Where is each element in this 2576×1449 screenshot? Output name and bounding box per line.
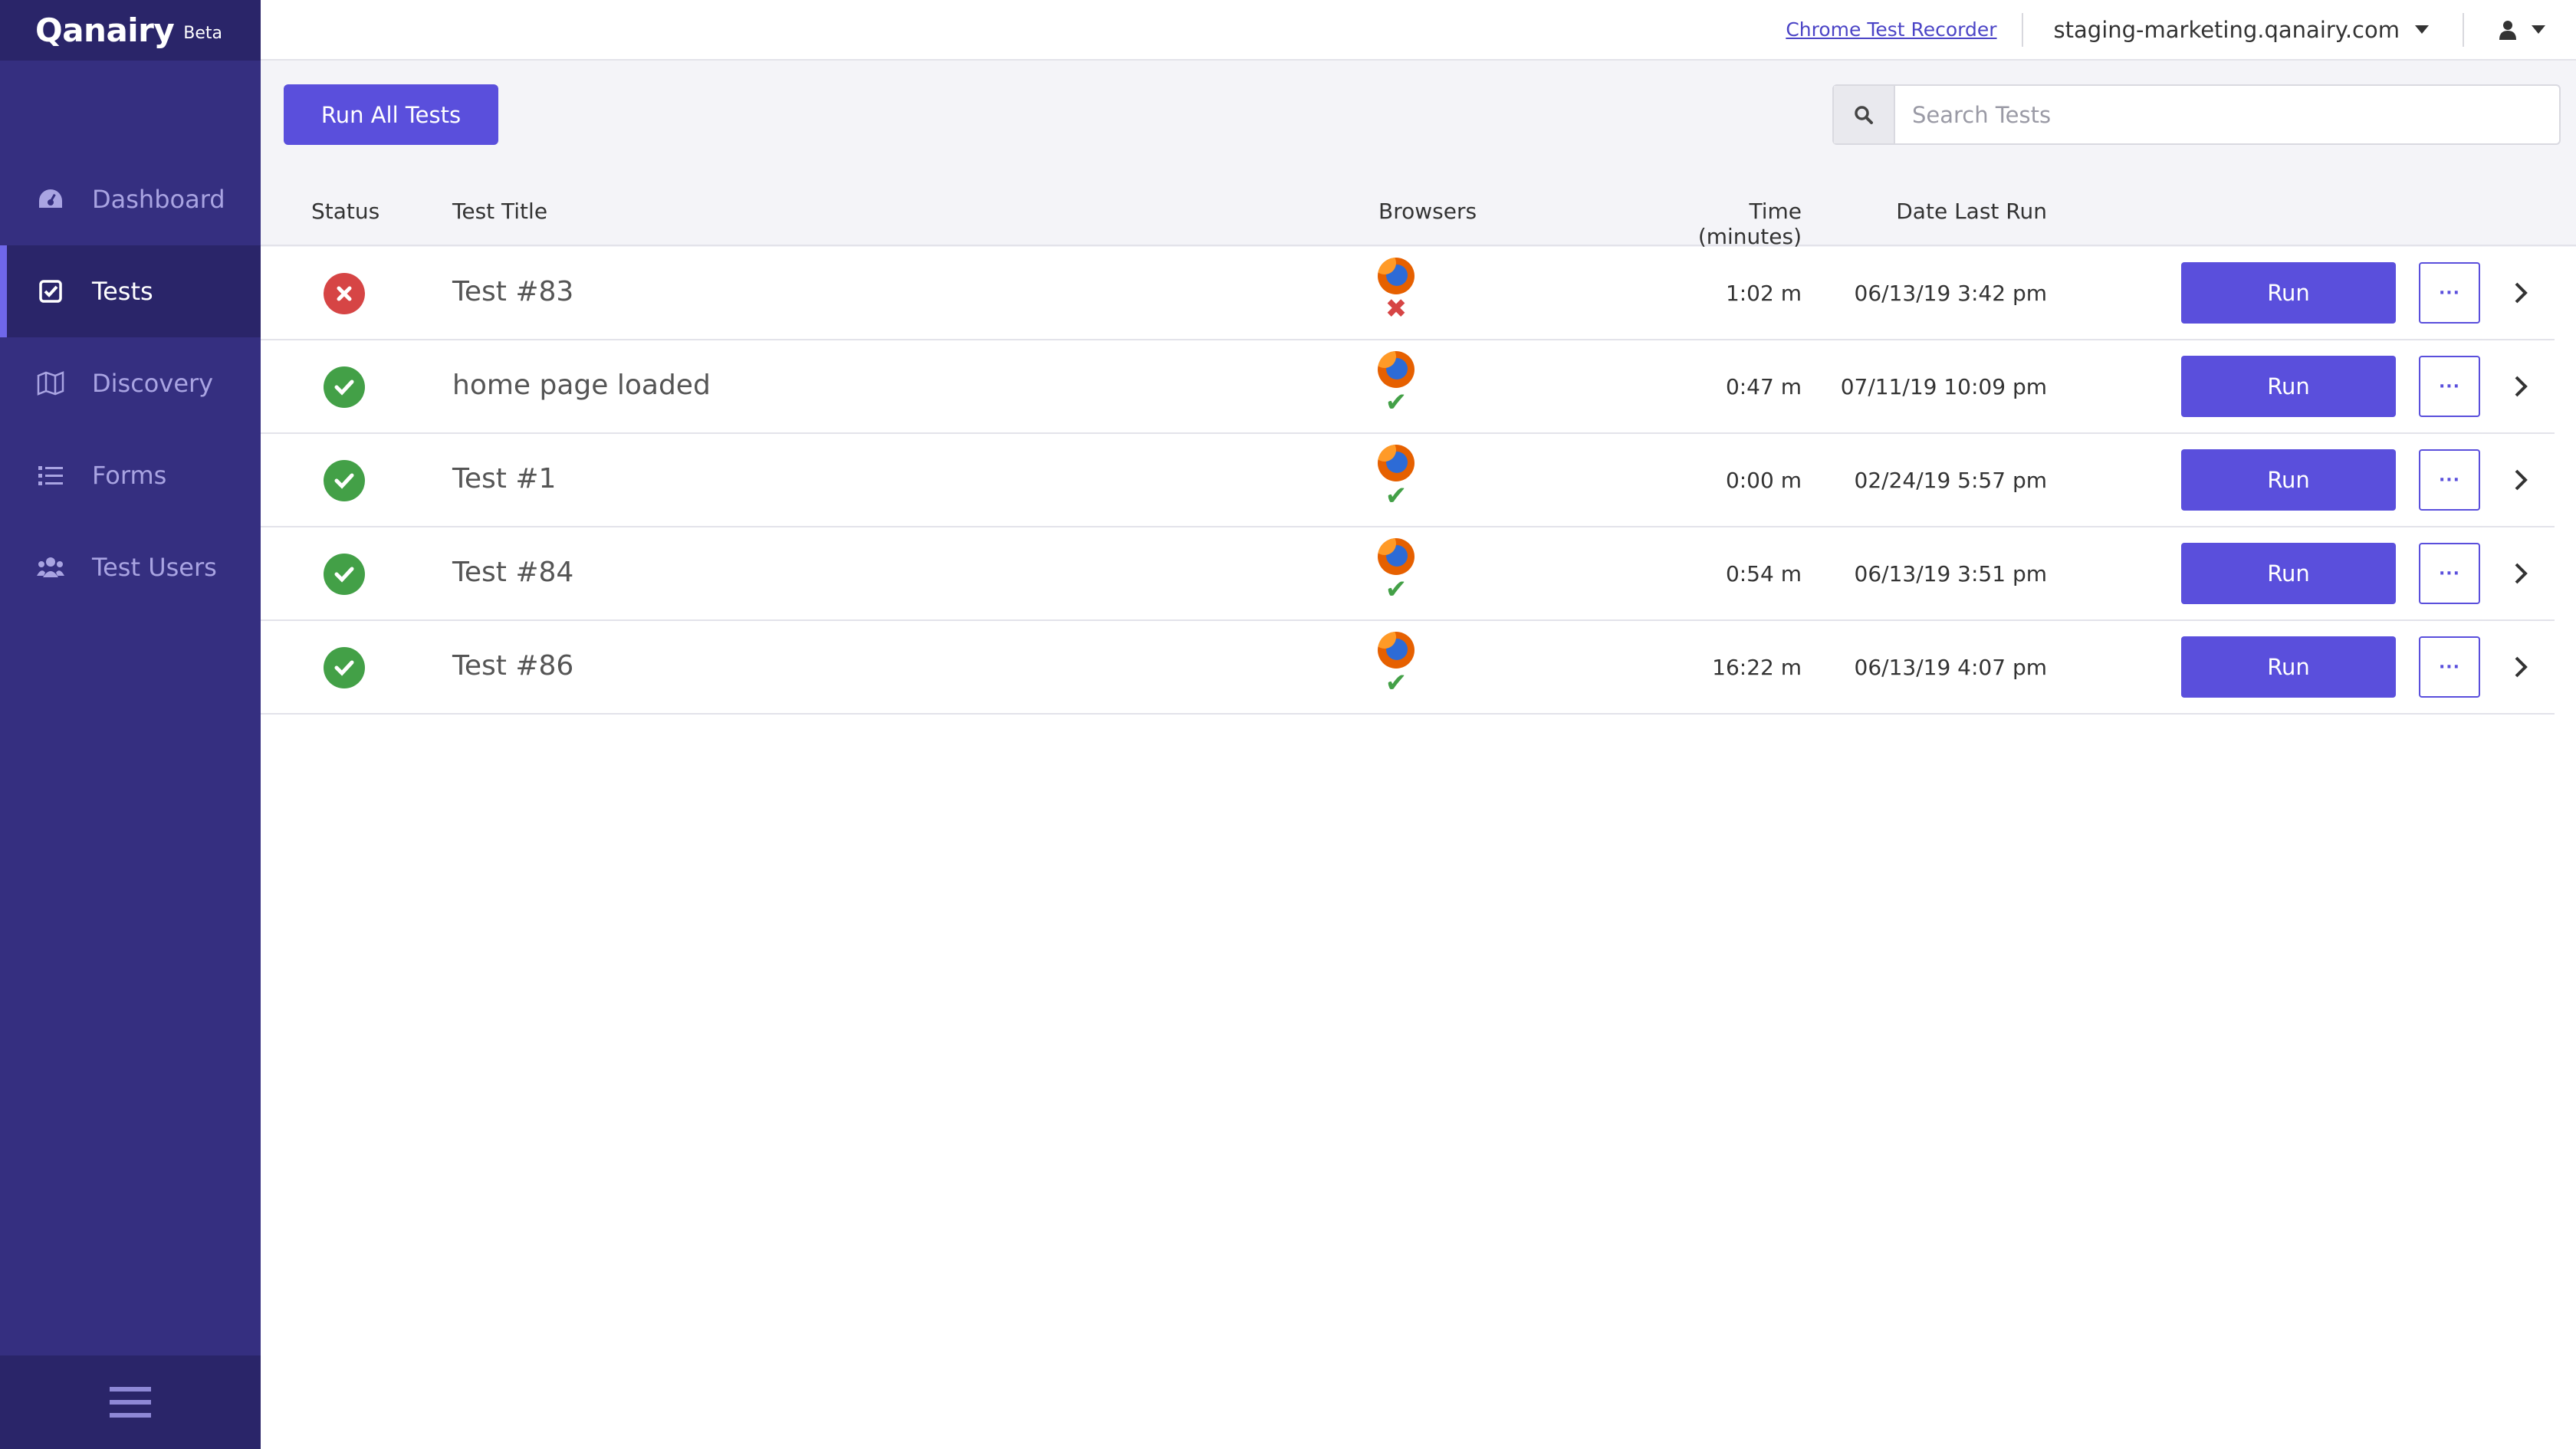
chevron-right-icon[interactable]: [2507, 560, 2535, 587]
sidebar-item-test-users[interactable]: Test Users: [0, 521, 261, 613]
run-test-button[interactable]: Run: [2181, 543, 2396, 604]
sidebar-item-label: Forms: [92, 461, 167, 490]
header-test-title: Test Title: [452, 199, 548, 224]
test-date: 02/24/19 5:57 pm: [1854, 468, 2047, 493]
sidebar-item-tests[interactable]: Tests: [0, 245, 261, 337]
test-time: 0:00 m: [1725, 468, 1802, 493]
table-row[interactable]: Test #84 ✔ 0:54 m 06/13/19 3:51 pm Run ·…: [261, 527, 2555, 621]
chevron-right-icon[interactable]: [2507, 653, 2535, 681]
table-row[interactable]: home page loaded ✔ 0:47 m 07/11/19 10:09…: [261, 340, 2555, 434]
browser-cell: ✔: [1377, 538, 1415, 603]
tests-table: Test #83 ✖ 1:02 m 06/13/19 3:42 pm Run ·…: [261, 247, 2555, 715]
more-options-button[interactable]: ···: [2419, 449, 2480, 511]
search-icon: [1855, 105, 1873, 124]
toolbar: Run All Tests Status Test Title Browsers…: [261, 61, 2576, 249]
firefox-icon: [1378, 538, 1414, 575]
firefox-icon: [1378, 351, 1414, 388]
more-options-button[interactable]: ···: [2419, 356, 2480, 417]
dashboard-icon: [37, 186, 64, 213]
table-row[interactable]: Test #83 ✖ 1:02 m 06/13/19 3:42 pm Run ·…: [261, 247, 2555, 340]
search-button[interactable]: [1834, 86, 1895, 143]
run-test-button[interactable]: Run: [2181, 356, 2396, 417]
hamburger-menu-icon: [110, 1387, 151, 1418]
table-header: Status Test Title Browsers Time (minutes…: [261, 183, 2576, 249]
chevron-right-icon[interactable]: [2507, 279, 2535, 307]
checkbox-icon: [37, 278, 64, 305]
browser-pass-icon: ✔: [1385, 387, 1408, 418]
browser-cell: ✔: [1377, 351, 1415, 416]
chevron-right-icon[interactable]: [2507, 466, 2535, 494]
header-status: Status: [311, 199, 380, 224]
browser-cell: ✔: [1377, 632, 1415, 696]
sidebar-nav: Dashboard Tests Discovery Forms Test Use…: [0, 153, 261, 613]
firefox-icon: [1378, 258, 1414, 294]
main-content: Run All Tests Status Test Title Browsers…: [261, 61, 2576, 1449]
chevron-right-icon[interactable]: [2507, 373, 2535, 400]
search-input[interactable]: [1895, 86, 2559, 143]
test-title[interactable]: Test #1: [452, 463, 556, 495]
test-date: 06/13/19 3:51 pm: [1854, 561, 2047, 586]
beta-badge: Beta: [183, 24, 223, 43]
firefox-icon: [1378, 445, 1414, 481]
brand[interactable]: Qanairy Beta: [0, 0, 261, 61]
run-test-button[interactable]: Run: [2181, 449, 2396, 511]
status-pass-icon: [324, 647, 365, 688]
caret-down-icon: [2532, 25, 2545, 34]
test-date: 06/13/19 4:07 pm: [1854, 655, 2047, 680]
test-time: 16:22 m: [1712, 655, 1802, 680]
browser-cell: ✔: [1377, 445, 1415, 509]
test-date: 07/11/19 10:09 pm: [1840, 374, 2047, 399]
test-title[interactable]: Test #83: [452, 276, 573, 307]
run-test-button[interactable]: Run: [2181, 262, 2396, 324]
environment-dropdown[interactable]: staging-marketing.qanairy.com: [2023, 17, 2463, 43]
test-time: 0:54 m: [1725, 561, 1802, 586]
browser-pass-icon: ✔: [1385, 668, 1408, 698]
status-pass-icon: [324, 460, 365, 501]
sidebar-item-label: Discovery: [92, 369, 214, 398]
firefox-icon: [1378, 632, 1414, 669]
table-row[interactable]: Test #86 ✔ 16:22 m 06/13/19 4:07 pm Run …: [261, 621, 2555, 715]
test-title[interactable]: Test #84: [452, 557, 573, 588]
brand-logo: Qanairy: [35, 12, 175, 49]
status-pass-icon: [324, 366, 365, 408]
test-date: 06/13/19 3:42 pm: [1854, 281, 2047, 306]
caret-down-icon: [2415, 25, 2429, 34]
header-time: Time (minutes): [1697, 199, 1802, 249]
chrome-test-recorder-link[interactable]: Chrome Test Recorder: [1786, 18, 1996, 41]
status-pass-icon: [324, 554, 365, 595]
user-icon: [2499, 20, 2516, 40]
more-options-button[interactable]: ···: [2419, 636, 2480, 698]
user-menu[interactable]: [2464, 20, 2576, 40]
environment-label: staging-marketing.qanairy.com: [2053, 16, 2400, 43]
sidebar: Qanairy Beta Dashboard Tests Discovery F…: [0, 0, 261, 1449]
test-title[interactable]: home page loaded: [452, 370, 711, 401]
test-title[interactable]: Test #86: [452, 650, 573, 682]
header-date-last-run: Date Last Run: [1896, 199, 2047, 224]
list-icon: [37, 462, 64, 489]
test-time: 1:02 m: [1725, 281, 1802, 306]
sidebar-item-discovery[interactable]: Discovery: [0, 337, 261, 429]
search-box: [1832, 84, 2561, 145]
browser-pass-icon: ✔: [1385, 481, 1408, 511]
more-options-button[interactable]: ···: [2419, 262, 2480, 324]
users-icon: [37, 554, 64, 581]
run-test-button[interactable]: Run: [2181, 636, 2396, 698]
table-row[interactable]: Test #1 ✔ 0:00 m 02/24/19 5:57 pm Run ··…: [261, 434, 2555, 527]
topbar: Chrome Test Recorder staging-marketing.q…: [261, 0, 2576, 61]
browser-cell: ✖: [1377, 258, 1415, 322]
header-browsers: Browsers: [1378, 199, 1477, 224]
sidebar-item-label: Test Users: [92, 553, 217, 582]
sidebar-toggle[interactable]: [0, 1355, 261, 1449]
sidebar-item-label: Tests: [92, 277, 153, 306]
map-icon: [37, 370, 64, 397]
sidebar-item-label: Dashboard: [92, 185, 225, 214]
browser-fail-icon: ✖: [1385, 294, 1408, 324]
sidebar-item-forms[interactable]: Forms: [0, 429, 261, 521]
browser-pass-icon: ✔: [1385, 574, 1408, 605]
status-fail-icon: [324, 273, 365, 314]
sidebar-item-dashboard[interactable]: Dashboard: [0, 153, 261, 245]
more-options-button[interactable]: ···: [2419, 543, 2480, 604]
test-time: 0:47 m: [1725, 374, 1802, 399]
run-all-tests-button[interactable]: Run All Tests: [284, 84, 498, 145]
